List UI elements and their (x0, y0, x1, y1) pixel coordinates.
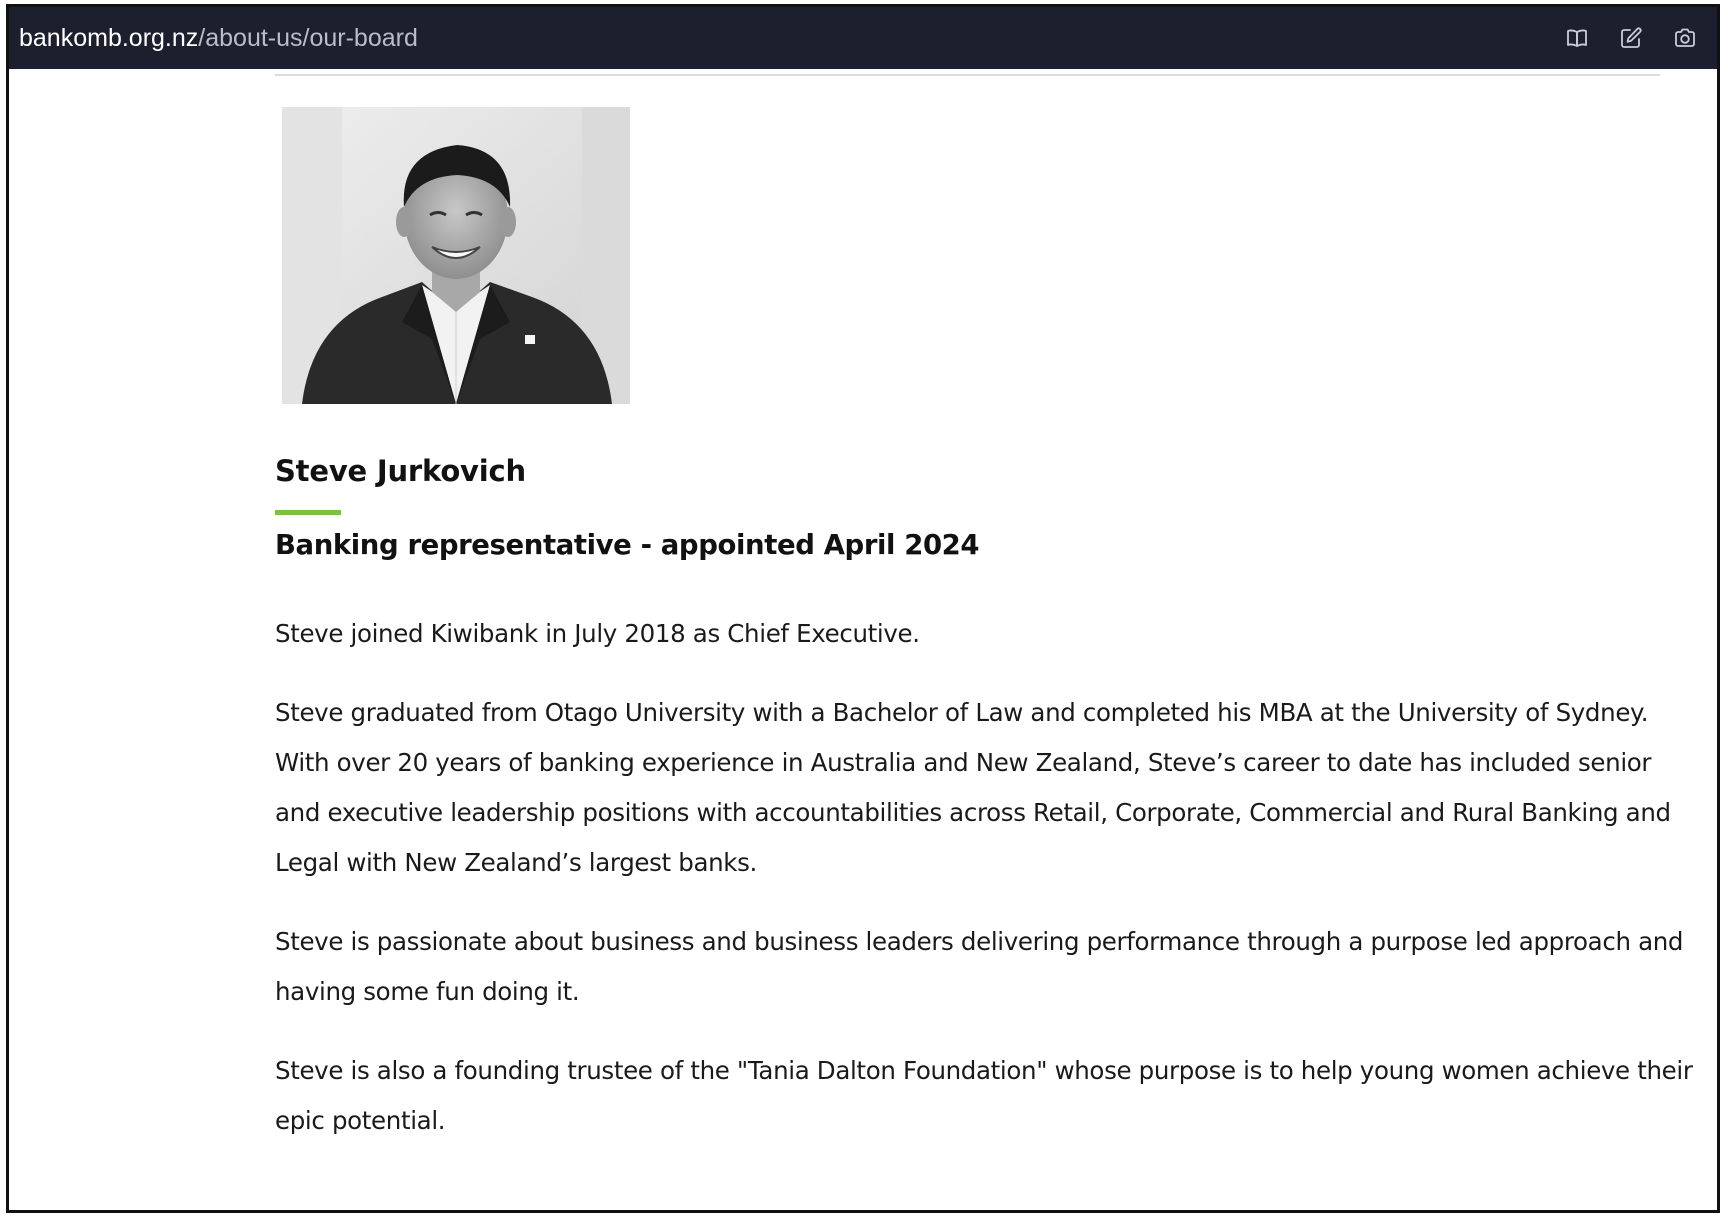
member-name: Steve Jurkovich (275, 454, 526, 488)
section-divider (275, 74, 1660, 76)
address-bar: bankomb.org.nz/about-us/our-board (9, 7, 1717, 69)
url-path: /about-us/our-board (198, 23, 418, 52)
toolbar-icons (1565, 26, 1697, 50)
bio-paragraph: Steve graduated from Otago University wi… (275, 698, 1671, 877)
url-domain: bankomb.org.nz (19, 23, 199, 52)
profile-photo (282, 107, 630, 404)
page-content: Steve Jurkovich Banking representative -… (9, 69, 1717, 1210)
camera-icon[interactable] (1673, 26, 1697, 50)
member-bio: Steve joined Kiwibank in July 2018 as Ch… (275, 609, 1695, 1175)
bio-paragraph: Steve is also a founding trustee of the … (275, 1056, 1693, 1135)
url-field[interactable]: bankomb.org.nz/about-us/our-board (19, 24, 1565, 53)
bio-paragraph: Steve is passionate about business and b… (275, 927, 1684, 1006)
bio-paragraph: Steve joined Kiwibank in July 2018 as Ch… (275, 619, 920, 648)
book-open-icon[interactable] (1565, 26, 1589, 50)
browser-window: bankomb.org.nz/about-us/our-board Steve … (6, 4, 1720, 1213)
name-accent-bar (275, 510, 341, 515)
member-role: Banking representative - appointed April… (275, 529, 980, 561)
edit-icon[interactable] (1619, 26, 1643, 50)
